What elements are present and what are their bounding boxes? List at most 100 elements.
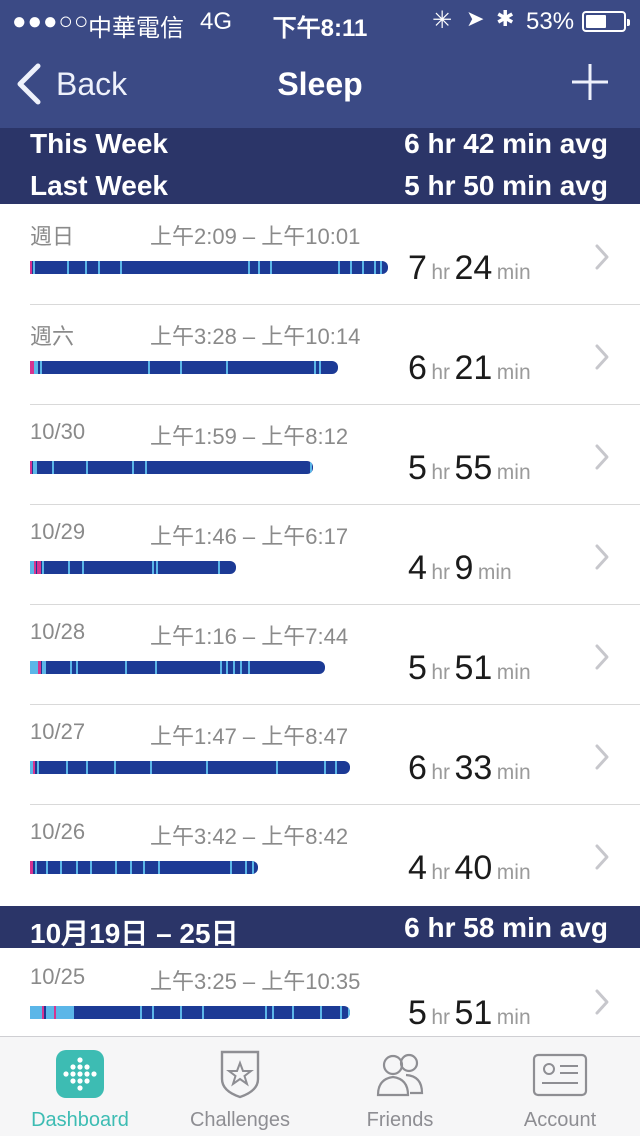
sleep-duration: 7 hr 24 min <box>408 249 531 288</box>
restless-segment <box>86 461 88 474</box>
restless-segment <box>125 661 127 674</box>
restless-segment <box>85 261 87 274</box>
sleep-pattern-bar <box>30 861 258 874</box>
restless-segment <box>98 261 100 274</box>
restless-segment <box>90 861 92 874</box>
minutes-unit: min <box>477 561 512 584</box>
sleep-log-row[interactable]: 10/29 上午1:46 – 上午6:17 4 hr 9 min <box>0 505 640 605</box>
sleep-log-row[interactable]: 週日 上午2:09 – 上午10:01 7 hr 24 min <box>0 205 640 305</box>
restless-segment <box>115 861 117 874</box>
dashboard-icon <box>56 1050 104 1098</box>
awake-segment <box>42 1006 44 1019</box>
friends-icon <box>376 1053 424 1097</box>
back-button[interactable]: Back <box>14 60 127 108</box>
sleep-log-row[interactable]: 10/27 上午1:47 – 上午8:47 6 hr 33 min <box>0 705 640 805</box>
sleep-log-row[interactable]: 10/25 上午3:25 – 上午10:35 5 hr 51 min <box>0 950 640 1050</box>
restless-segment <box>68 561 70 574</box>
sleep-time-range: 上午3:42 – 上午8:42 <box>150 824 349 849</box>
chevron-right-icon <box>595 644 609 670</box>
hours-unit: hr <box>431 361 451 384</box>
sleep-pattern-bar <box>30 761 350 774</box>
hours-unit: hr <box>431 261 451 284</box>
restless-segment <box>340 1006 342 1019</box>
restless-segment <box>265 1006 267 1019</box>
restless-segment <box>46 861 48 874</box>
last-week-average: 5 hr 50 min avg <box>404 170 608 201</box>
sleep-date: 10/25 <box>30 964 86 989</box>
sleep-log-row[interactable]: 10/26 上午3:42 – 上午8:42 4 hr 40 min <box>0 805 640 905</box>
restless-segment <box>70 661 72 674</box>
restless-segment <box>33 461 37 474</box>
location-arrow-icon: ➤ <box>466 6 485 31</box>
awake-segment <box>30 861 33 874</box>
sleep-date: 10/28 <box>30 619 86 644</box>
restless-segment <box>66 761 68 774</box>
sleep-pattern-bar <box>30 1006 350 1019</box>
restless-segment <box>230 861 232 874</box>
minutes-unit: min <box>496 861 531 884</box>
tab-label: Friends <box>366 1109 434 1131</box>
duration-minutes: 55 <box>454 449 493 487</box>
duration-hours: 6 <box>408 749 427 787</box>
restless-segment <box>276 761 278 774</box>
restless-segment <box>145 461 147 474</box>
tab-challenges[interactable]: Challenges <box>160 1037 320 1136</box>
minutes-unit: min <box>496 661 531 684</box>
restless-segment <box>40 361 42 374</box>
minutes-unit: min <box>496 461 531 484</box>
back-label: Back <box>56 65 128 102</box>
restless-segment <box>380 261 382 274</box>
bluetooth-icon: ✱ <box>496 6 515 31</box>
restless-segment <box>226 361 228 374</box>
hours-unit: hr <box>431 1006 451 1029</box>
restless-segment <box>158 861 160 874</box>
tab-account[interactable]: Account <box>480 1037 640 1136</box>
restless-segment <box>218 561 220 574</box>
hours-unit: hr <box>431 461 451 484</box>
restless-segment <box>120 261 122 274</box>
duration-hours: 4 <box>408 849 427 887</box>
duration-hours: 6 <box>408 349 427 387</box>
hours-unit: hr <box>431 661 451 684</box>
duration-hours: 7 <box>408 249 427 287</box>
awake-segment <box>37 561 41 574</box>
challenges-icon <box>220 1050 260 1099</box>
sleep-duration: 4 hr 9 min <box>408 549 512 588</box>
sleep-duration: 5 hr 51 min <box>408 649 531 688</box>
duration-hours: 5 <box>408 649 427 687</box>
sleep-log-row[interactable]: 週六 上午3:28 – 上午10:14 6 hr 21 min <box>0 305 640 405</box>
this-week-average: 6 hr 42 min avg <box>404 128 608 159</box>
sleep-duration: 4 hr 40 min <box>408 849 531 888</box>
duration-minutes: 40 <box>454 849 493 887</box>
sleep-pattern-bar <box>30 561 236 574</box>
chevron-right-icon <box>595 344 609 370</box>
restless-segment <box>180 1006 182 1019</box>
sleep-duration: 6 hr 33 min <box>408 749 531 788</box>
minutes-unit: min <box>496 761 531 784</box>
last-week-row: Last Week 5 hr 50 min avg <box>0 170 640 208</box>
awake-segment <box>30 261 32 274</box>
add-icon[interactable] <box>570 62 610 102</box>
sleep-log-row[interactable]: 10/30 上午1:59 – 上午8:12 5 hr 55 min <box>0 405 640 505</box>
tab-friends[interactable]: Friends <box>320 1037 480 1136</box>
restless-segment <box>338 261 340 274</box>
weekly-summary: This Week 6 hr 42 min avg Last Week 5 hr… <box>0 128 640 204</box>
sleep-date: 週六 <box>30 324 75 349</box>
restless-segment <box>152 1006 154 1019</box>
duration-hours: 4 <box>408 549 427 587</box>
restless-segment <box>143 861 145 874</box>
tab-dashboard[interactable]: Dashboard <box>0 1037 160 1136</box>
restless-segment <box>114 761 116 774</box>
restless-segment <box>30 661 38 674</box>
restless-segment <box>240 661 242 674</box>
restless-segment <box>272 1006 274 1019</box>
restless-segment <box>233 661 235 674</box>
awake-segment <box>33 761 35 774</box>
sleep-log-row[interactable]: 10/28 上午1:16 – 上午7:44 5 hr 51 min <box>0 605 640 705</box>
restless-segment <box>76 861 78 874</box>
restless-segment <box>35 861 37 874</box>
navigation-bar: Back Sleep <box>0 40 640 128</box>
sleep-date: 10/27 <box>30 719 86 744</box>
awake-segment <box>38 661 41 674</box>
hours-unit: hr <box>431 861 451 884</box>
